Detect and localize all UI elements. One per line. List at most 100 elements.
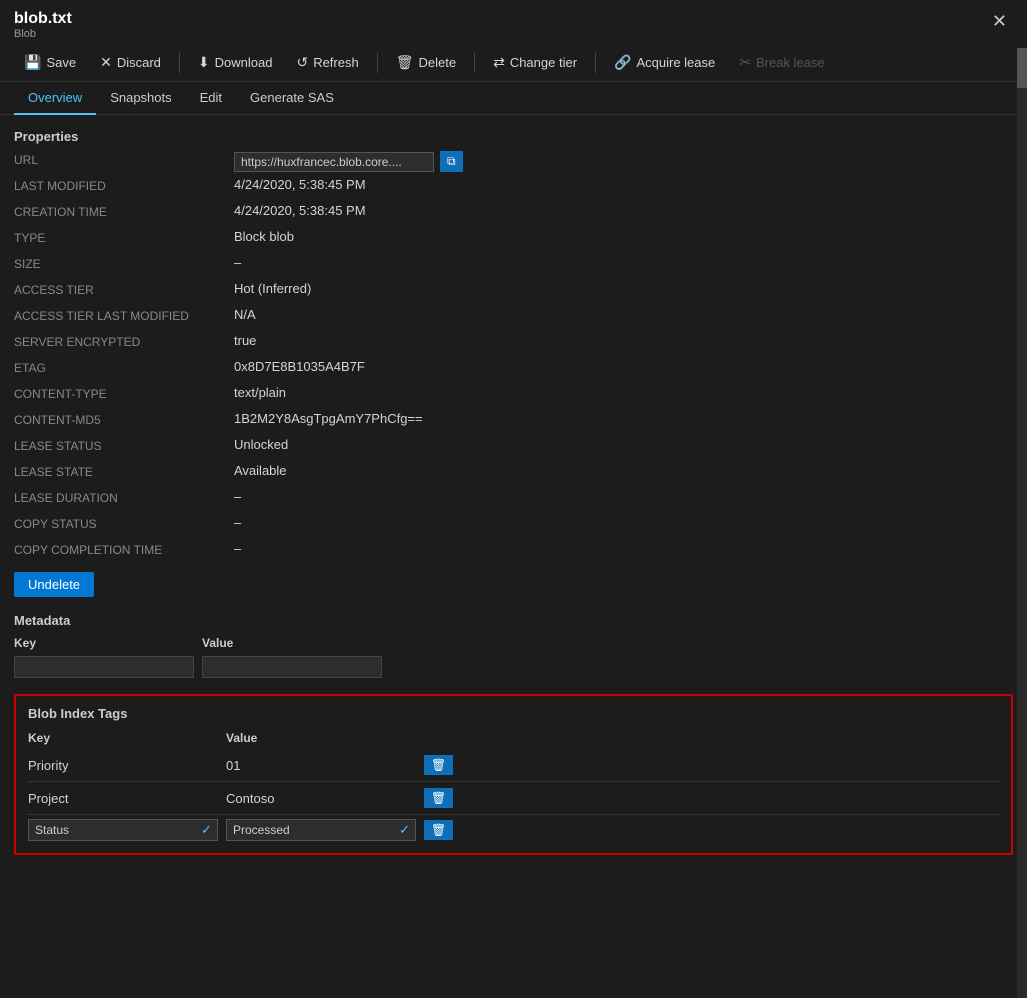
- prop-row-url: URL ⧉: [14, 150, 1013, 174]
- blob-index-key-container: ✓: [28, 819, 218, 841]
- window-title: blob.txt: [14, 10, 72, 28]
- prop-label-access-tier: ACCESS TIER: [14, 281, 234, 297]
- prop-row-server-encrypted: SERVER ENCRYPTED true: [14, 332, 1013, 356]
- separator-1: [179, 53, 180, 73]
- prop-value-creation-time: 4/24/2020, 5:38:45 PM: [234, 203, 366, 218]
- metadata-section: Metadata Key Value: [14, 613, 1013, 678]
- prop-value-etag: 0x8D7E8B1035A4B7F: [234, 359, 365, 374]
- prop-value-copy-completion: –: [234, 541, 241, 556]
- scrollbar-thumb[interactable]: [1017, 48, 1027, 88]
- metadata-value-input[interactable]: [202, 656, 382, 678]
- delete-button[interactable]: 🗑 Delete: [386, 50, 466, 75]
- discard-button[interactable]: ✕ Discard: [90, 50, 171, 75]
- prop-row-type: TYPE Block blob: [14, 228, 1013, 252]
- tab-snapshots[interactable]: Snapshots: [96, 82, 185, 115]
- metadata-key-input[interactable]: [14, 656, 194, 678]
- blob-index-row-priority: Priority 01 🗑: [28, 751, 999, 779]
- prop-label-etag: ETAG: [14, 359, 234, 375]
- tabs-bar: Overview Snapshots Edit Generate SAS: [0, 82, 1027, 115]
- undelete-button[interactable]: Undelete: [14, 572, 94, 597]
- download-label: Download: [215, 55, 273, 70]
- refresh-icon: ↺: [296, 54, 308, 71]
- window-subtitle: Blob: [14, 28, 72, 40]
- break-lease-label: Break lease: [756, 55, 825, 70]
- prop-label-url: URL: [14, 151, 234, 167]
- prop-label-copy-status: COPY STATUS: [14, 515, 234, 531]
- prop-row-copy-completion: COPY COMPLETION TIME –: [14, 540, 1013, 564]
- title-info: blob.txt Blob: [14, 10, 72, 40]
- prop-label-server-encrypted: SERVER ENCRYPTED: [14, 333, 234, 349]
- prop-label-size: SIZE: [14, 255, 234, 271]
- separator-bit-2: [28, 814, 999, 815]
- prop-value-lease-status: Unlocked: [234, 437, 288, 452]
- prop-label-lease-state: LEASE STATE: [14, 463, 234, 479]
- blob-index-value-input[interactable]: [226, 819, 416, 841]
- prop-value-size: –: [234, 255, 241, 270]
- blob-index-key-input[interactable]: [28, 819, 218, 841]
- break-lease-icon: ✂: [739, 54, 751, 71]
- break-lease-button[interactable]: ✂ Break lease: [729, 50, 834, 75]
- tab-overview[interactable]: Overview: [14, 82, 96, 115]
- prop-value-copy-status: –: [234, 515, 241, 530]
- prop-value-last-modified: 4/24/2020, 5:38:45 PM: [234, 177, 366, 192]
- discard-icon: ✕: [100, 54, 112, 71]
- acquire-lease-icon: 🔗: [614, 54, 631, 71]
- download-icon: ⬇: [198, 54, 210, 71]
- separator-2: [377, 53, 378, 73]
- prop-label-lease-duration: LEASE DURATION: [14, 489, 234, 505]
- properties-title: Properties: [14, 129, 1013, 144]
- prop-label-creation-time: CREATION TIME: [14, 203, 234, 219]
- metadata-title: Metadata: [14, 613, 1013, 628]
- blob-index-value-container: ✓: [226, 819, 416, 841]
- acquire-lease-button[interactable]: 🔗 Acquire lease: [604, 50, 725, 75]
- acquire-lease-label: Acquire lease: [636, 55, 715, 70]
- metadata-key-col: Key: [14, 636, 194, 650]
- blob-index-input-row: ✓ ✓ 🗑: [28, 817, 999, 843]
- blob-index-key-project: Project: [28, 791, 218, 806]
- close-button[interactable]: ✕: [986, 10, 1013, 32]
- tab-edit[interactable]: Edit: [186, 82, 236, 115]
- discard-label: Discard: [117, 55, 161, 70]
- prop-label-copy-completion: COPY COMPLETION TIME: [14, 541, 234, 557]
- separator-bit-1: [28, 781, 999, 782]
- download-button[interactable]: ⬇ Download: [188, 50, 283, 75]
- blob-index-val-priority: 01: [226, 758, 416, 773]
- refresh-button[interactable]: ↺ Refresh: [286, 50, 368, 75]
- url-input[interactable]: [234, 152, 434, 172]
- properties-section: Properties URL ⧉ LAST MODIFIED 4/24/2020…: [14, 129, 1013, 597]
- prop-row-creation-time: CREATION TIME 4/24/2020, 5:38:45 PM: [14, 202, 1013, 226]
- blob-index-delete-project[interactable]: 🗑: [424, 788, 453, 808]
- blob-index-value-col: Value: [226, 731, 416, 745]
- toolbar: 💾 Save ✕ Discard ⬇ Download ↺ Refresh 🗑 …: [0, 44, 1027, 82]
- prop-row-access-tier-modified: ACCESS TIER LAST MODIFIED N/A: [14, 306, 1013, 330]
- prop-value-access-tier: Hot (Inferred): [234, 281, 311, 296]
- tab-generate-sas[interactable]: Generate SAS: [236, 82, 348, 115]
- save-button[interactable]: 💾 Save: [14, 50, 86, 75]
- blob-index-delete-status[interactable]: 🗑: [424, 820, 453, 840]
- check-icon-value: ✓: [399, 822, 410, 838]
- separator-3: [474, 53, 475, 73]
- scrollbar[interactable]: [1017, 48, 1027, 998]
- blob-index-tags-title: Blob Index Tags: [28, 706, 999, 721]
- prop-row-content-md5: CONTENT-MD5 1B2M2Y8AsgTpgAmY7PhCfg==: [14, 410, 1013, 434]
- main-content: Properties URL ⧉ LAST MODIFIED 4/24/2020…: [0, 115, 1027, 998]
- blob-index-delete-priority[interactable]: 🗑: [424, 755, 453, 775]
- copy-url-button[interactable]: ⧉: [440, 151, 463, 172]
- refresh-label: Refresh: [313, 55, 359, 70]
- prop-row-copy-status: COPY STATUS –: [14, 514, 1013, 538]
- prop-value-lease-duration: –: [234, 489, 241, 504]
- prop-row-lease-duration: LEASE DURATION –: [14, 488, 1013, 512]
- prop-label-content-md5: CONTENT-MD5: [14, 411, 234, 427]
- blob-window: blob.txt Blob ✕ 💾 Save ✕ Discard ⬇ Downl…: [0, 0, 1027, 998]
- change-tier-icon: ⇄: [493, 54, 505, 71]
- prop-label-lease-status: LEASE STATUS: [14, 437, 234, 453]
- blob-index-tags-section: Blob Index Tags Key Value Priority 01 🗑 …: [14, 694, 1013, 855]
- prop-label-content-type: CONTENT-TYPE: [14, 385, 234, 401]
- blob-index-key-col: Key: [28, 731, 218, 745]
- bottom-spacer: [14, 867, 1013, 887]
- blob-index-key-priority: Priority: [28, 758, 218, 773]
- prop-row-etag: ETAG 0x8D7E8B1035A4B7F: [14, 358, 1013, 382]
- prop-label-last-modified: LAST MODIFIED: [14, 177, 234, 193]
- change-tier-button[interactable]: ⇄ Change tier: [483, 50, 587, 75]
- prop-row-lease-status: LEASE STATUS Unlocked: [14, 436, 1013, 460]
